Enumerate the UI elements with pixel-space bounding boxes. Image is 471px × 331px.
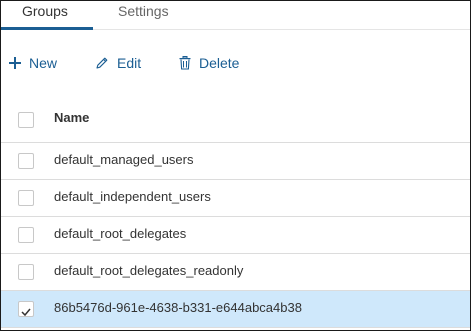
- row-checkbox[interactable]: [18, 190, 34, 206]
- pencil-icon: [95, 56, 109, 70]
- edit-button-label: Edit: [117, 55, 142, 71]
- tab-settings[interactable]: Settings: [93, 1, 193, 29]
- row-name: 86b5476d-961e-4638-b331-e644abca4b38: [54, 300, 302, 315]
- row-checkbox-checked[interactable]: [18, 301, 34, 317]
- table-row[interactable]: default_root_delegates_readonly: [1, 254, 470, 291]
- column-header-name[interactable]: Name: [54, 110, 89, 125]
- row-checkbox[interactable]: [18, 264, 34, 280]
- tab-settings-label: Settings: [118, 3, 169, 19]
- table-row[interactable]: default_managed_users: [1, 143, 470, 180]
- groups-panel: Groups Settings New Edit Delete Name def…: [0, 0, 471, 331]
- select-all-checkbox[interactable]: [18, 112, 34, 128]
- tab-bar: Groups Settings: [1, 1, 470, 30]
- table-row-selected[interactable]: 86b5476d-961e-4638-b331-e644abca4b38: [1, 291, 470, 328]
- table-row[interactable]: default_root_delegates: [1, 217, 470, 254]
- plus-icon: [9, 57, 21, 69]
- new-button-label: New: [29, 55, 58, 71]
- new-button[interactable]: New: [9, 53, 57, 73]
- checkmark-icon: [21, 304, 31, 322]
- delete-button-label: Delete: [199, 55, 240, 71]
- edit-button[interactable]: Edit: [95, 53, 141, 73]
- row-checkbox[interactable]: [18, 153, 34, 169]
- toolbar: New Edit Delete: [1, 49, 470, 77]
- row-name: default_root_delegates_readonly: [54, 263, 244, 278]
- table-row[interactable]: default_independent_users: [1, 180, 470, 217]
- table-header: Name: [1, 98, 470, 143]
- tab-groups[interactable]: Groups: [1, 1, 93, 30]
- row-checkbox[interactable]: [18, 227, 34, 243]
- row-name: default_managed_users: [54, 152, 194, 167]
- row-name: default_root_delegates: [54, 226, 187, 241]
- active-tab-indicator: [1, 27, 93, 30]
- delete-button[interactable]: Delete: [179, 53, 239, 73]
- tab-groups-label: Groups: [22, 3, 68, 19]
- trash-icon: [179, 56, 191, 70]
- row-name: default_independent_users: [54, 189, 211, 204]
